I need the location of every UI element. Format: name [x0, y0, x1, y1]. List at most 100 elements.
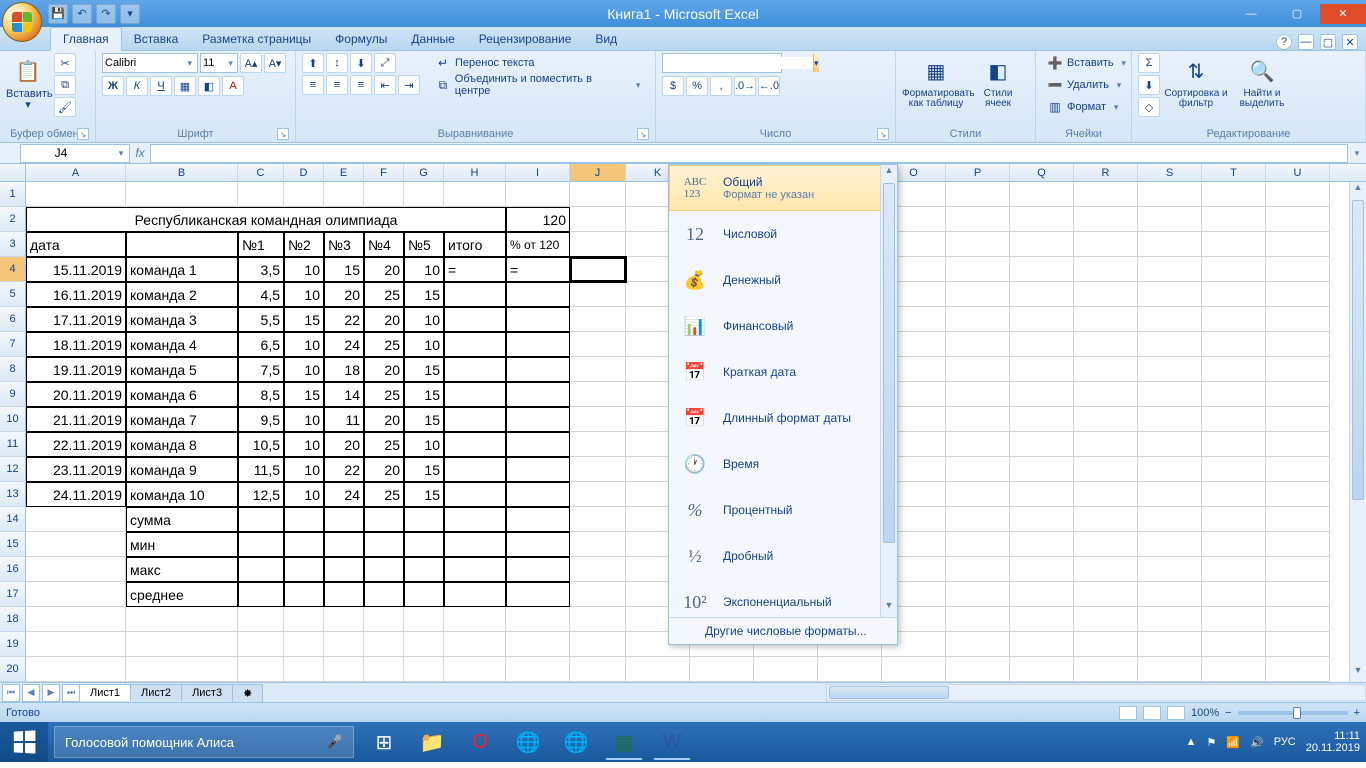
row-header[interactable]: 19: [0, 632, 26, 657]
tray-clock[interactable]: 11:11 20.11.2019: [1306, 730, 1360, 754]
cell[interactable]: 7,5: [238, 357, 284, 382]
cell[interactable]: 17.11.2019: [26, 307, 126, 332]
cell[interactable]: [946, 207, 1010, 232]
cell[interactable]: 25: [364, 482, 404, 507]
cell[interactable]: [364, 182, 404, 207]
formula-expand-icon[interactable]: ▾: [1348, 148, 1366, 159]
cell[interactable]: команда 1: [126, 257, 238, 282]
comma-format-icon[interactable]: ,: [710, 76, 732, 96]
cell[interactable]: [1010, 632, 1074, 657]
cell[interactable]: [1266, 557, 1330, 582]
align-center-icon[interactable]: ≡: [326, 75, 348, 95]
cell[interactable]: 25: [364, 332, 404, 357]
cell[interactable]: [946, 432, 1010, 457]
cell[interactable]: 20: [324, 282, 364, 307]
cell[interactable]: [1138, 532, 1202, 557]
cell[interactable]: [1074, 607, 1138, 632]
cell[interactable]: [444, 482, 506, 507]
numfmt-accounting[interactable]: 📊 Финансовый: [669, 303, 897, 349]
cell[interactable]: [26, 507, 126, 532]
row-header[interactable]: 7: [0, 332, 26, 357]
cell[interactable]: [238, 582, 284, 607]
cell[interactable]: [1266, 182, 1330, 207]
cell[interactable]: 15: [284, 382, 324, 407]
cell-merged-title[interactable]: Республиканская командная олимпиада: [26, 207, 506, 232]
cell[interactable]: [1074, 182, 1138, 207]
cell[interactable]: [1266, 482, 1330, 507]
cell[interactable]: [570, 432, 626, 457]
cell[interactable]: [126, 657, 238, 682]
cell[interactable]: команда 5: [126, 357, 238, 382]
cell[interactable]: 22: [324, 457, 364, 482]
cell[interactable]: [1074, 257, 1138, 282]
row-header[interactable]: 17: [0, 582, 26, 607]
col-header[interactable]: H: [444, 164, 506, 181]
cell[interactable]: [404, 657, 444, 682]
cell[interactable]: [1138, 657, 1202, 682]
tray-network-icon[interactable]: 📶: [1226, 736, 1240, 749]
cell[interactable]: [570, 207, 626, 232]
cell[interactable]: [444, 582, 506, 607]
cell[interactable]: [284, 632, 324, 657]
sheet-nav-next-icon[interactable]: ▶: [42, 684, 60, 702]
col-header[interactable]: J: [570, 164, 626, 181]
cell[interactable]: [506, 307, 570, 332]
cell[interactable]: [444, 307, 506, 332]
cell[interactable]: [444, 657, 506, 682]
cell[interactable]: 22: [324, 307, 364, 332]
cell[interactable]: [570, 307, 626, 332]
cell[interactable]: [506, 182, 570, 207]
tab-home[interactable]: Главная: [50, 27, 122, 51]
cell[interactable]: [946, 557, 1010, 582]
cell[interactable]: [506, 407, 570, 432]
cell[interactable]: [946, 582, 1010, 607]
cell[interactable]: [1202, 657, 1266, 682]
cell[interactable]: [570, 407, 626, 432]
number-format-dropdown-icon[interactable]: ▾: [813, 54, 819, 72]
cell[interactable]: [444, 557, 506, 582]
cell[interactable]: [570, 607, 626, 632]
cell[interactable]: [1010, 532, 1074, 557]
cell[interactable]: [1266, 432, 1330, 457]
cell[interactable]: команда 9: [126, 457, 238, 482]
row-header[interactable]: 9: [0, 382, 26, 407]
cell[interactable]: 20: [364, 407, 404, 432]
format-as-table-button[interactable]: ▦ Форматировать как таблицу: [902, 53, 970, 109]
align-middle-icon[interactable]: ↕: [326, 53, 348, 73]
qat-redo-icon[interactable]: ↷: [96, 4, 116, 24]
tray-volume-icon[interactable]: 🔊: [1250, 736, 1264, 749]
numfmt-longdate[interactable]: 📅 Длинный формат даты: [669, 395, 897, 441]
cell[interactable]: [1074, 232, 1138, 257]
font-launcher-icon[interactable]: ↘: [277, 128, 289, 140]
cell[interactable]: [1202, 557, 1266, 582]
row-header[interactable]: 4: [0, 257, 26, 282]
cell[interactable]: 14: [324, 382, 364, 407]
cell[interactable]: [1202, 332, 1266, 357]
cell[interactable]: [364, 607, 404, 632]
cell[interactable]: [364, 582, 404, 607]
tab-data[interactable]: Данные: [399, 28, 466, 50]
cell[interactable]: [444, 382, 506, 407]
cell[interactable]: [1266, 407, 1330, 432]
sheet-tab-1[interactable]: Лист1: [79, 684, 131, 701]
sheet-tab-2[interactable]: Лист2: [130, 684, 182, 701]
numfmt-number[interactable]: 12 Числовой: [669, 211, 897, 257]
cell[interactable]: 25: [364, 282, 404, 307]
cell[interactable]: [1010, 182, 1074, 207]
cell[interactable]: [364, 507, 404, 532]
cell[interactable]: [570, 382, 626, 407]
autosum-icon[interactable]: Σ: [1138, 53, 1160, 73]
cell[interactable]: [404, 182, 444, 207]
cell[interactable]: [506, 582, 570, 607]
cell[interactable]: [506, 607, 570, 632]
fill-color-icon[interactable]: ◧: [198, 76, 220, 96]
cell[interactable]: [1010, 257, 1074, 282]
cell[interactable]: [1074, 582, 1138, 607]
cell[interactable]: [1138, 582, 1202, 607]
cell[interactable]: 15.11.2019: [26, 257, 126, 282]
cell[interactable]: [1010, 482, 1074, 507]
cell[interactable]: [946, 407, 1010, 432]
numfmt-currency[interactable]: 💰 Денежный: [669, 257, 897, 303]
cell[interactable]: [946, 282, 1010, 307]
cell[interactable]: [284, 182, 324, 207]
